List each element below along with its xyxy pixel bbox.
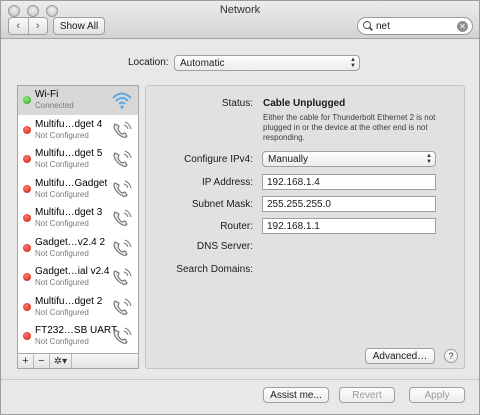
show-all-button[interactable]: Show All <box>53 17 105 35</box>
status-label: Status: <box>221 98 253 109</box>
network-window: Network ‹ › Show All net ✕ Location: Aut… <box>0 0 480 415</box>
ip-address-label: IP Address: <box>202 177 253 188</box>
service-status: Not Configured <box>35 219 89 228</box>
help-button[interactable]: ? <box>444 349 458 363</box>
wifi-icon <box>111 90 133 110</box>
status-dot-icon <box>23 273 31 281</box>
service-name: Multifu…dget 5 <box>35 148 103 159</box>
phone-icon <box>111 297 133 317</box>
search-domains-label: Search Domains: <box>176 264 253 275</box>
apply-button[interactable]: Apply <box>409 387 465 403</box>
service-name: FT232…SB UART <box>35 325 118 336</box>
status-dot-icon <box>23 332 31 340</box>
clear-search-icon[interactable]: ✕ <box>457 20 468 32</box>
status-dot-icon <box>23 125 31 134</box>
service-item[interactable]: Multifu…dget 2 Not Configured <box>18 293 138 322</box>
location-value: Automatic <box>180 57 225 69</box>
location-select[interactable]: Automatic ▲ ▼ <box>174 55 360 71</box>
phone-icon <box>111 238 133 258</box>
subnet-mask-label: Subnet Mask: <box>191 199 253 210</box>
service-item[interactable]: Gadget…ial v2.4 Not Configured <box>18 263 138 292</box>
configure-ipv4-value: Manually <box>268 153 309 165</box>
service-name: Gadget…ial v2.4 <box>35 266 110 277</box>
status-value: Cable Unplugged <box>263 98 346 109</box>
dns-server-label: DNS Server: <box>196 241 253 252</box>
action-menu-button[interactable]: ✲▾ <box>50 354 72 368</box>
service-status: Connected <box>35 101 74 110</box>
search-input[interactable]: net <box>374 21 457 32</box>
router-label: Router: <box>220 221 253 232</box>
phone-icon <box>111 149 133 169</box>
service-status: Not Configured <box>35 337 89 346</box>
service-item[interactable]: Gadget…v2.4 2 Not Configured <box>18 234 138 263</box>
status-dot-icon <box>23 243 31 252</box>
status-dot-icon <box>23 214 31 222</box>
phone-icon <box>111 326 133 346</box>
status-dot-icon <box>23 184 31 193</box>
service-name: Wi-Fi <box>35 89 59 100</box>
footer-separator <box>1 379 479 380</box>
router-field[interactable]: 192.168.1.1 <box>262 218 436 234</box>
add-service-button[interactable]: + <box>18 354 34 368</box>
service-name: Multifu…dget 2 <box>35 295 103 307</box>
search-field[interactable]: net ✕ <box>357 17 473 35</box>
service-status: Not Configured <box>35 160 89 169</box>
service-status: Not Configured <box>35 278 89 287</box>
back-button[interactable]: ‹ <box>9 18 28 34</box>
configure-ipv4-label: Configure IPv4: <box>184 154 253 165</box>
service-list-controls: + − ✲▾ <box>17 353 139 369</box>
service-status: Not Configured <box>35 189 89 199</box>
phone-icon <box>111 120 133 140</box>
window-title: Network <box>219 4 261 16</box>
status-dot-icon <box>23 155 31 163</box>
select-arrows-icon: ▲ ▼ <box>350 57 356 69</box>
phone-icon <box>111 179 133 199</box>
service-name: Multifu…Gadget <box>35 177 108 189</box>
select-arrows-icon: ▲ ▼ <box>426 153 432 165</box>
service-item[interactable]: Multifu…Gadget Not Configured <box>18 175 138 204</box>
service-item[interactable]: Multifu…dget 4 Not Configured <box>18 116 138 145</box>
location-label: Location: <box>128 57 169 68</box>
phone-icon <box>111 267 133 287</box>
search-icon <box>362 20 374 32</box>
ip-address-field[interactable]: 192.168.1.4 <box>262 174 436 190</box>
service-status: Not Configured <box>35 130 89 140</box>
service-name: Gadget…v2.4 2 <box>35 236 106 248</box>
configure-ipv4-select[interactable]: Manually ▲ ▼ <box>262 151 436 167</box>
service-name: Multifu…dget 3 <box>35 207 103 218</box>
service-status: Not Configured <box>35 307 89 317</box>
service-item[interactable]: FT232…SB UART Not Configured <box>18 322 138 351</box>
subnet-mask-field[interactable]: 255.255.255.0 <box>262 196 436 212</box>
remove-service-button[interactable]: − <box>34 354 50 368</box>
advanced-button[interactable]: Advanced… <box>365 348 435 364</box>
revert-button[interactable]: Revert <box>339 387 395 403</box>
assist-me-button[interactable]: Assist me... <box>263 387 329 403</box>
toolbar: Network ‹ › Show All net ✕ <box>1 1 479 39</box>
phone-icon <box>111 208 133 228</box>
status-dot-icon <box>23 302 31 311</box>
status-dot-icon <box>23 96 31 104</box>
service-name: Multifu…dget 4 <box>35 118 103 130</box>
service-item[interactable]: Multifu…dget 3 Not Configured <box>18 204 138 233</box>
status-description: Either the cable for Thunderbolt Etherne… <box>263 113 436 142</box>
service-status: Not Configured <box>35 248 89 258</box>
service-list: Wi-Fi Connected Multifu…dget 4 Not Configur… <box>17 85 139 369</box>
service-item[interactable]: Wi-Fi Connected <box>18 86 138 115</box>
forward-button[interactable]: › <box>27 18 48 34</box>
service-item[interactable]: Multifu…dget 5 Not Configured <box>18 145 138 174</box>
nav-buttons: ‹ › <box>8 17 48 35</box>
